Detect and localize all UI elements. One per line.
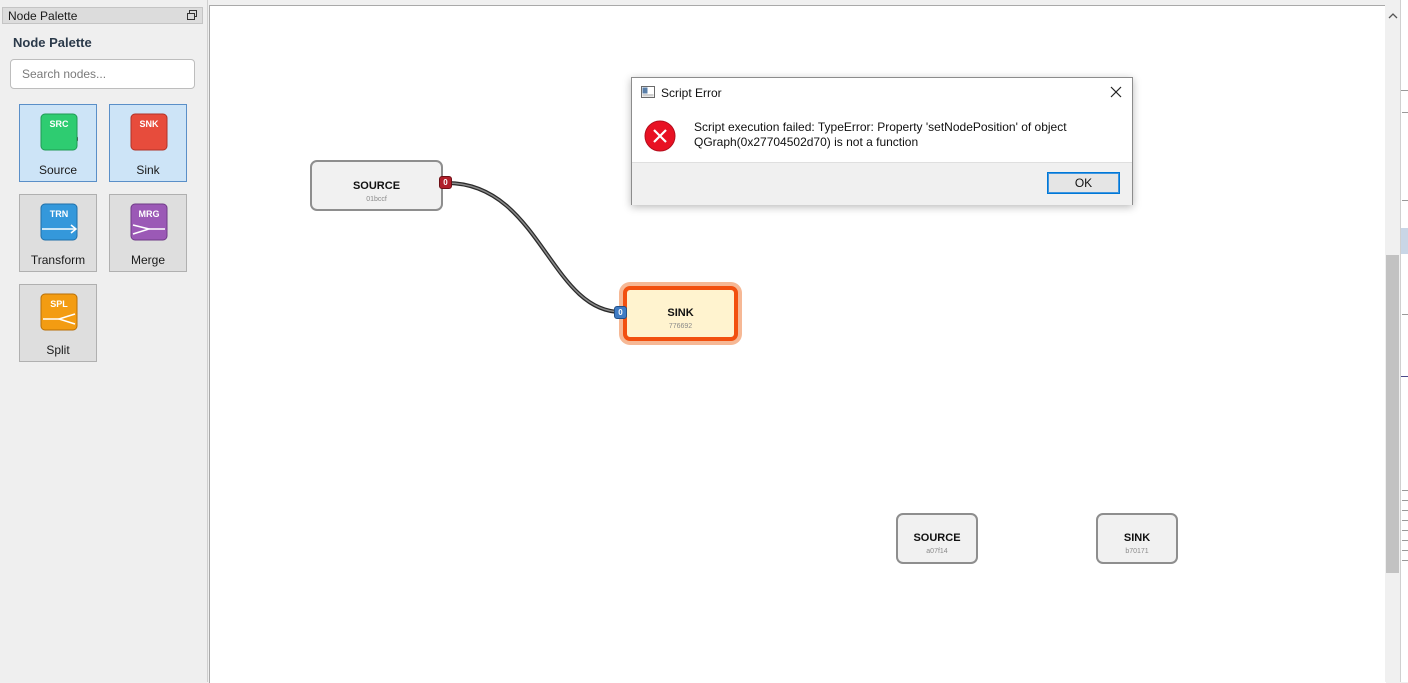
error-icon — [644, 120, 676, 152]
merge-node-icon: MRG — [130, 203, 168, 241]
palette-item-merge[interactable]: MRG Merge — [109, 194, 187, 272]
close-icon[interactable] — [1109, 85, 1123, 99]
node-title: SINK — [667, 307, 694, 319]
source-badge-text: SRC — [49, 119, 69, 129]
graph-node-sink-b70171[interactable]: SINK b70171 — [1096, 513, 1178, 564]
error-message: Script execution failed: TypeError: Prop… — [694, 120, 1114, 150]
transform-node-icon: TRN — [40, 203, 78, 241]
restore-icon — [187, 10, 197, 20]
split-node-icon: SPL — [40, 293, 78, 331]
dialog-titlebar[interactable]: Script Error — [632, 78, 1132, 108]
error-message-line: QGraph(0x27704502d70) is not a function — [694, 135, 919, 149]
merge-badge-text: MRG — [139, 209, 160, 219]
dock-title: Node Palette — [8, 9, 78, 23]
node-title: SOURCE — [352, 180, 401, 192]
background-window-edge — [1400, 0, 1408, 682]
dialog-button-bar: OK — [632, 162, 1132, 205]
output-port[interactable]: 0 — [439, 176, 452, 189]
node-id: a07f14 — [926, 548, 948, 555]
vertical-scrollbar[interactable] — [1385, 5, 1400, 682]
transform-badge-text: TRN — [50, 209, 69, 219]
palette-item-sink[interactable]: SNK Sink — [109, 104, 187, 182]
palette-item-label: Merge — [130, 253, 165, 267]
graph-node-source-01bccf[interactable]: SOURCE 01bccf — [310, 160, 443, 211]
palette-item-label: Transform — [30, 253, 86, 267]
node-title: SOURCE — [913, 532, 961, 544]
sink-node-icon: SNK — [130, 113, 168, 151]
sink-badge-text: SNK — [139, 119, 159, 129]
error-message-line: Script execution failed: TypeError: Prop… — [694, 120, 1067, 134]
palette-heading: Node Palette — [13, 35, 92, 50]
app-window-icon — [641, 86, 655, 98]
input-port[interactable]: 0 — [614, 306, 627, 319]
graph-node-source-a07f14[interactable]: SOURCE a07f14 — [896, 513, 978, 564]
node-id: b70171 — [1125, 548, 1149, 555]
node-id: 776692 — [668, 323, 693, 330]
node-title: SINK — [1123, 532, 1151, 544]
dialog-title: Script Error — [661, 86, 722, 100]
ok-button[interactable]: OK — [1047, 172, 1120, 194]
scrollbar-thumb[interactable] — [1386, 255, 1399, 573]
split-badge-text: SPL — [50, 299, 68, 309]
source-node-icon: SRC — [40, 113, 78, 151]
node-id: 01bccf — [366, 196, 387, 203]
palette-item-label: Source — [38, 163, 78, 177]
script-error-dialog: Script Error Script execution failed: Ty… — [631, 77, 1133, 205]
palette-item-source[interactable]: SRC Source — [19, 104, 97, 182]
scroll-up-arrow-icon[interactable] — [1388, 11, 1398, 21]
palette-item-transform[interactable]: TRN Transform — [19, 194, 97, 272]
dock-titlebar[interactable]: Node Palette — [2, 7, 203, 24]
palette-item-split[interactable]: SPL Split — [19, 284, 97, 362]
palette-item-label: Sink — [136, 163, 160, 177]
palette-item-label: Split — [46, 343, 70, 357]
search-nodes-input[interactable] — [10, 59, 195, 89]
dock-float-button[interactable] — [186, 9, 198, 21]
node-palette-dock: Node Palette Node Palette SRC Source SNK… — [0, 0, 208, 682]
graph-node-sink-776692[interactable]: SINK 776692 — [623, 286, 738, 341]
connection-edge — [445, 181, 623, 314]
